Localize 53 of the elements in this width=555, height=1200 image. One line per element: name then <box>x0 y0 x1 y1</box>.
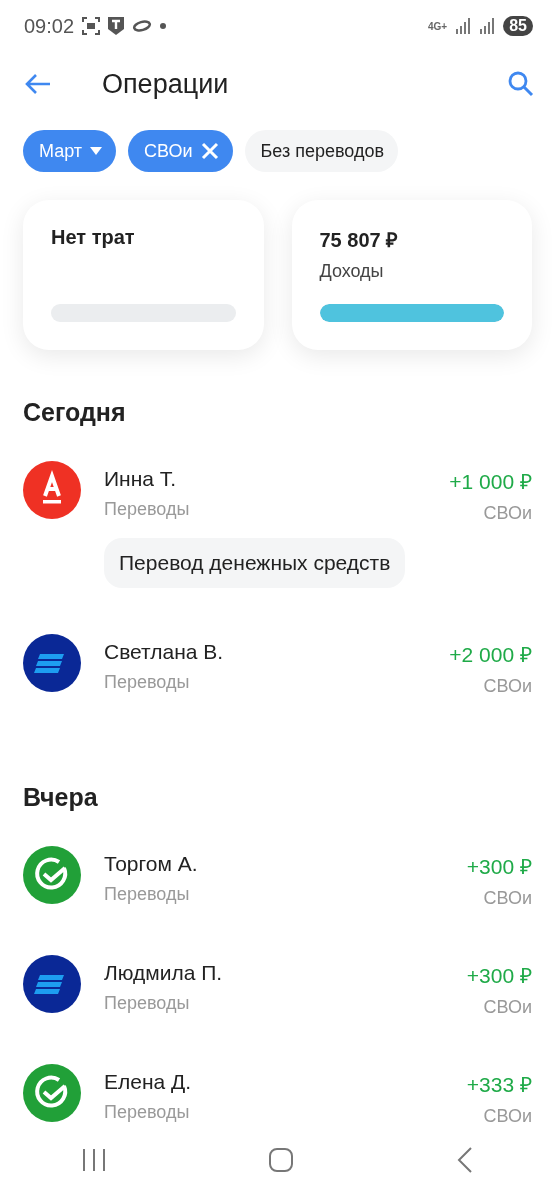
shield-icon <box>108 17 125 35</box>
filter-chip[interactable]: Март <box>23 130 117 172</box>
expense-title: Нет трат <box>51 226 136 249</box>
signal-icon <box>479 18 496 34</box>
caret-icon <box>90 147 103 155</box>
network-type: 4G+ <box>428 20 448 32</box>
recent-apps-button[interactable] <box>81 1149 106 1171</box>
category-label: Переводы <box>104 993 190 1014</box>
section-title: Вчера <box>22 782 99 813</box>
category-label: Переводы <box>104 499 190 520</box>
page-title: Операции <box>102 68 230 100</box>
account-label: СВОи <box>483 1106 532 1127</box>
category-label: Переводы <box>104 672 190 693</box>
oval-icon <box>132 20 153 32</box>
payer-name[interactable]: Людмила П. <box>104 961 223 985</box>
back-button[interactable] <box>24 72 52 96</box>
stripes-logo-icon <box>23 955 81 1013</box>
filter-chip[interactable]: Без переводов <box>244 130 399 172</box>
status-time: 09:02 <box>24 14 75 38</box>
income-label: Доходы <box>319 261 385 282</box>
dot-icon <box>160 23 167 29</box>
back-nav-button[interactable] <box>457 1147 474 1173</box>
screenshot-icon <box>82 17 101 35</box>
filter-chip[interactable]: СВОи <box>128 130 233 172</box>
search-button[interactable] <box>507 70 535 98</box>
amount-label: +2 000 ₽ <box>449 642 532 668</box>
stripes-logo-icon <box>23 634 81 692</box>
account-label: СВОи <box>483 997 532 1018</box>
payer-name[interactable]: Светлана В. <box>104 640 224 664</box>
signal-icon <box>455 18 472 34</box>
account-label: СВОи <box>483 888 532 909</box>
comment-bubble: Перевод денежных средств <box>104 538 406 588</box>
payer-name[interactable]: Торгом А. <box>104 852 198 876</box>
account-label: СВОи <box>483 676 532 697</box>
payer-name[interactable]: Инна Т. <box>104 467 177 491</box>
close-icon <box>200 142 219 160</box>
amount-label: +300 ₽ <box>466 963 532 989</box>
category-label: Переводы <box>104 884 190 905</box>
income-amount: 75 807 ₽ <box>319 228 400 253</box>
battery-level: 85 <box>503 16 533 36</box>
category-label: Переводы <box>104 1102 190 1123</box>
summary-card[interactable]: 75 807 ₽ Доходы <box>291 200 532 350</box>
amount-label: +300 ₽ <box>466 854 532 880</box>
letter-a-logo-icon <box>23 461 81 519</box>
checkmark-logo-icon <box>23 846 81 904</box>
summary-card[interactable]: Нет трат <box>23 200 264 350</box>
payer-name[interactable]: Елена Д. <box>104 1070 192 1094</box>
account-label: СВОи <box>483 503 532 524</box>
checkmark-logo-icon <box>23 1064 81 1122</box>
amount-label: +1 000 ₽ <box>449 469 532 495</box>
amount-label: +333 ₽ <box>466 1072 532 1098</box>
home-button[interactable] <box>269 1148 294 1172</box>
section-title: Сегодня <box>22 397 127 428</box>
